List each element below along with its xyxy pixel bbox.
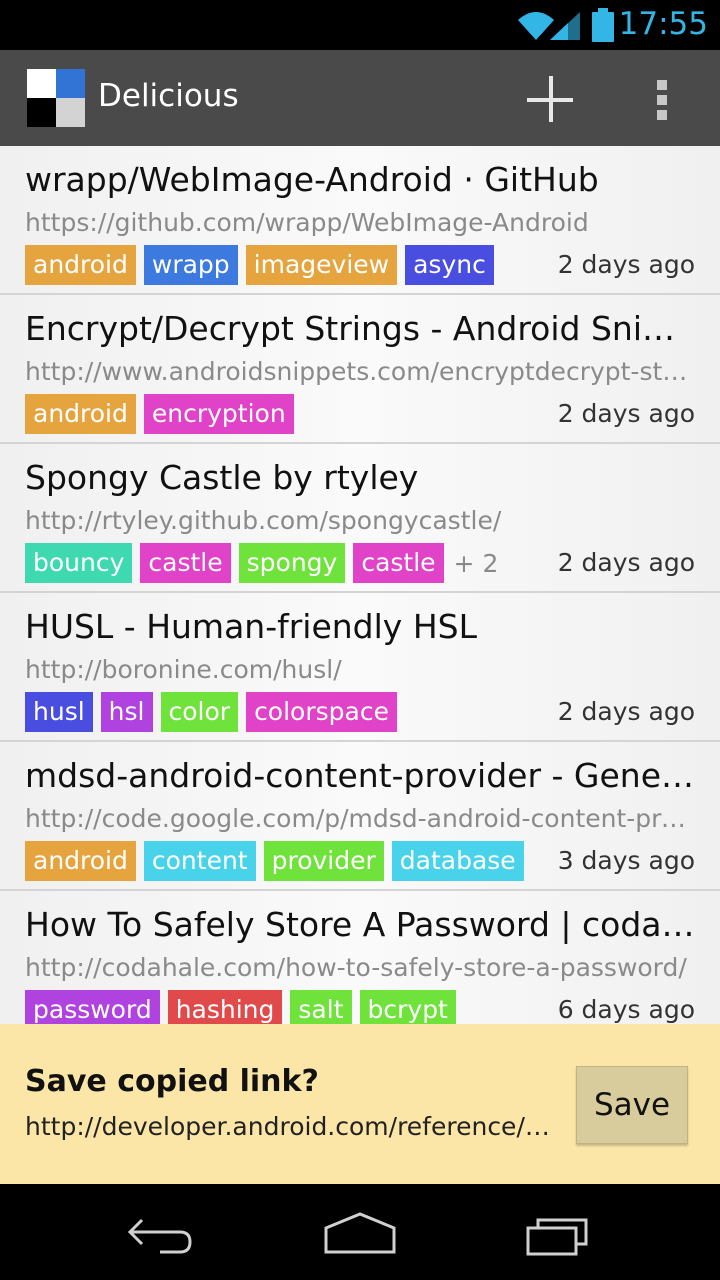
tag: color bbox=[160, 692, 239, 732]
tag: colorspace bbox=[246, 692, 397, 732]
bookmark-date: 6 days ago bbox=[557, 995, 695, 1024]
bookmark-item[interactable]: mdsd-android-content-provider - Generato… bbox=[0, 742, 720, 891]
bookmark-title: mdsd-android-content-provider - Generato… bbox=[25, 756, 695, 795]
signal-icon bbox=[550, 12, 580, 40]
status-bar: 17:55 bbox=[0, 0, 720, 50]
bookmark-item[interactable]: wrapp/WebImage-Android · GitHub https://… bbox=[0, 146, 720, 295]
battery-icon bbox=[592, 8, 614, 42]
save-link-banner: Save copied link? http://developer.andro… bbox=[0, 1024, 720, 1184]
bookmark-item[interactable]: Encrypt/Decrypt Strings - Android Snippe… bbox=[0, 295, 720, 444]
tag: castle bbox=[140, 543, 231, 583]
bookmark-item[interactable]: HUSL - Human-friendly HSL http://boronin… bbox=[0, 593, 720, 742]
bookmark-list[interactable]: wrapp/WebImage-Android · GitHub https://… bbox=[0, 146, 720, 1024]
more-tags-count: + 2 bbox=[453, 548, 499, 578]
copied-link: http://developer.android.com/reference/a… bbox=[25, 1112, 560, 1141]
tag: salt bbox=[290, 990, 352, 1024]
tag: bouncy bbox=[25, 543, 133, 583]
bookmark-url: http://code.google.com/p/mdsd-android-co… bbox=[25, 804, 695, 833]
bookmark-title: Encrypt/Decrypt Strings - Android Snippe… bbox=[25, 309, 695, 348]
tag: async bbox=[405, 245, 494, 285]
bookmark-title: Spongy Castle by rtyley bbox=[25, 458, 419, 497]
tag: bcrypt bbox=[359, 990, 456, 1024]
bookmark-title: HUSL - Human-friendly HSL bbox=[25, 607, 477, 646]
delicious-logo-icon[interactable] bbox=[27, 69, 85, 127]
add-icon[interactable] bbox=[525, 74, 577, 126]
tag: password bbox=[25, 990, 160, 1024]
tag: castle bbox=[353, 543, 444, 583]
tag: provider bbox=[263, 841, 384, 881]
recent-apps-icon[interactable] bbox=[520, 1204, 600, 1260]
tag: hsl bbox=[100, 692, 153, 732]
tag: imageview bbox=[245, 245, 398, 285]
bookmark-title: wrapp/WebImage-Android · GitHub bbox=[25, 160, 599, 199]
tag: content bbox=[143, 841, 256, 881]
bookmark-url: http://boronine.com/husl/ bbox=[25, 655, 342, 684]
tag: spongy bbox=[238, 543, 346, 583]
bookmark-item[interactable]: How To Safely Store A Password | codahal… bbox=[0, 891, 720, 1024]
overflow-menu-icon[interactable] bbox=[650, 78, 676, 122]
tag: android bbox=[25, 841, 136, 881]
tag: encryption bbox=[143, 394, 294, 434]
tag: wrapp bbox=[143, 245, 238, 285]
banner-heading: Save copied link? bbox=[25, 1064, 319, 1099]
home-icon[interactable] bbox=[320, 1204, 400, 1260]
bookmark-url: http://www.androidsnippets.com/encryptde… bbox=[25, 357, 695, 386]
navigation-bar bbox=[0, 1184, 720, 1280]
bookmark-item[interactable]: Spongy Castle by rtyley http://rtyley.gi… bbox=[0, 444, 720, 593]
tag-list: husl hsl color colorspace bbox=[25, 692, 405, 732]
save-button[interactable]: Save bbox=[576, 1066, 688, 1144]
tag: husl bbox=[25, 692, 93, 732]
bookmark-url: https://github.com/wrapp/WebImage-Androi… bbox=[25, 208, 589, 237]
tag: database bbox=[391, 841, 524, 881]
bookmark-date: 2 days ago bbox=[557, 548, 695, 577]
tag: hashing bbox=[167, 990, 283, 1024]
bookmark-date: 2 days ago bbox=[557, 697, 695, 726]
bookmark-title: How To Safely Store A Password | codahal… bbox=[25, 905, 695, 944]
back-icon[interactable] bbox=[120, 1204, 200, 1260]
tag: android bbox=[25, 394, 136, 434]
tag-list: android wrapp imageview async bbox=[25, 245, 502, 285]
tag-list: android content provider database bbox=[25, 841, 532, 881]
tag-list: bouncy castle spongy castle + 2 bbox=[25, 543, 498, 583]
action-bar: Delicious bbox=[0, 50, 720, 146]
bookmark-date: 3 days ago bbox=[557, 846, 695, 875]
app-title: Delicious bbox=[98, 78, 239, 114]
bookmark-url: http://rtyley.github.com/spongycastle/ bbox=[25, 506, 502, 535]
tag-list: android encryption bbox=[25, 394, 302, 434]
bookmark-url: http://codahale.com/how-to-safely-store-… bbox=[25, 953, 687, 982]
bookmark-date: 2 days ago bbox=[557, 399, 695, 428]
tag-list: password hashing salt bcrypt bbox=[25, 990, 464, 1024]
bookmark-date: 2 days ago bbox=[557, 250, 695, 279]
clock: 17:55 bbox=[618, 6, 708, 42]
tag: android bbox=[25, 245, 136, 285]
